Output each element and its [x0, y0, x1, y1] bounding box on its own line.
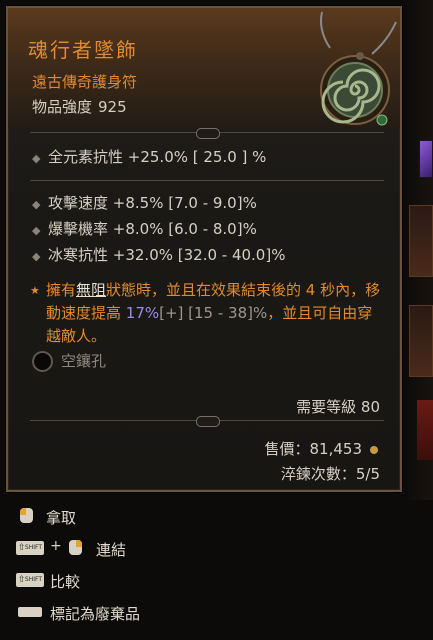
sell-price-text: 售價：81,453	[264, 440, 363, 458]
action-compare[interactable]: SHIFT 比較	[14, 564, 314, 596]
action-mark-junk-label: 標記為廢棄品	[50, 605, 141, 623]
item-name: 魂行者墜飾	[28, 38, 138, 62]
action-hints: 拿取 SHIFT + 連結 SHIFT 比較 標記為廢棄品	[14, 500, 314, 628]
item-power-value: 925	[98, 98, 127, 116]
affix-text: 攻擊速度 +8.5% [7.0 - 9.0]%	[48, 194, 257, 212]
diamond-bullet-icon: ◆	[32, 250, 41, 263]
action-link[interactable]: SHIFT + 連結	[14, 532, 314, 564]
affix-attack-speed: ◆ 攻擊速度 +8.5% [7.0 - 9.0]%	[32, 192, 257, 213]
action-take-label: 拿取	[46, 509, 77, 527]
background-item-slot	[409, 305, 433, 377]
temper-count: 淬鍊次數：5/5	[280, 465, 380, 483]
empty-socket-icon	[32, 351, 53, 372]
empty-socket: 空鑲孔	[32, 350, 106, 372]
background-item-slot	[417, 400, 433, 460]
section-divider	[30, 176, 384, 186]
implicit-affix-text: 全元素抗性 +25.0% [ 25.0 ] %	[48, 148, 267, 166]
spiral-amulet-icon	[320, 11, 397, 126]
affix-cold-resist: ◆ 冰寒抗性 +32.0% [32.0 - 40.0]%	[32, 244, 285, 265]
diamond-bullet-icon: ◆	[32, 198, 41, 211]
affix-crit-chance: ◆ 爆擊機率 +8.0% [6.0 - 8.0]%	[32, 218, 257, 239]
action-take[interactable]: 拿取	[14, 500, 314, 532]
gold-coin-icon	[370, 445, 378, 454]
shift-key-icon: SHIFT	[16, 541, 44, 555]
item-type: 遠古傳奇護身符	[32, 73, 138, 91]
background-gem-slot	[419, 140, 433, 178]
keyword-unstoppable[interactable]: 無阻	[76, 281, 106, 299]
affix-text: 冰寒抗性 +32.0% [32.0 - 40.0]%	[48, 246, 286, 264]
level-requirement: 需要等級 80	[296, 398, 380, 416]
legendary-aspect: ★ 擁有無阻狀態時，並且在效果結束後的 4 秒內，移動速度提高 17%[+] […	[30, 279, 386, 348]
space-key-icon	[18, 607, 42, 617]
right-mouse-icon	[69, 540, 82, 555]
item-power-label: 物品強度	[32, 98, 93, 116]
section-divider	[30, 416, 384, 427]
background-item-slot	[409, 205, 433, 277]
action-mark-junk[interactable]: 標記為廢棄品	[14, 596, 314, 628]
star-bullet-icon: ★	[30, 284, 40, 297]
action-compare-label: 比較	[50, 573, 81, 591]
action-link-label: 連結	[96, 541, 127, 559]
item-tooltip: 魂行者墜飾 遠古傳奇護身符 物品強度 925 ◆ 全元素抗性 +25.0% [ 25…	[6, 6, 402, 492]
affix-text: 爆擊機率 +8.0% [6.0 - 8.0]%	[48, 220, 257, 238]
socket-label: 空鑲孔	[61, 352, 107, 370]
item-power: 物品強度 925	[32, 96, 133, 117]
plus-icon: +	[50, 538, 62, 554]
implicit-affix: ◆ 全元素抗性 +25.0% [ 25.0 ] %	[32, 146, 266, 167]
sell-price: 售價：81,453	[264, 438, 378, 459]
section-divider	[30, 128, 384, 139]
legendary-aspect-text: 擁有無阻狀態時，並且在效果結束後的 4 秒內，移動速度提高 17%[+] [15…	[46, 281, 381, 345]
shift-key-icon: SHIFT	[16, 573, 44, 587]
legendary-value: 17%	[125, 304, 160, 322]
legendary-range: [+] [15 - 38]%	[159, 304, 268, 322]
diamond-bullet-icon: ◆	[32, 224, 41, 237]
left-mouse-icon	[20, 508, 33, 523]
diamond-bullet-icon: ◆	[32, 152, 41, 165]
